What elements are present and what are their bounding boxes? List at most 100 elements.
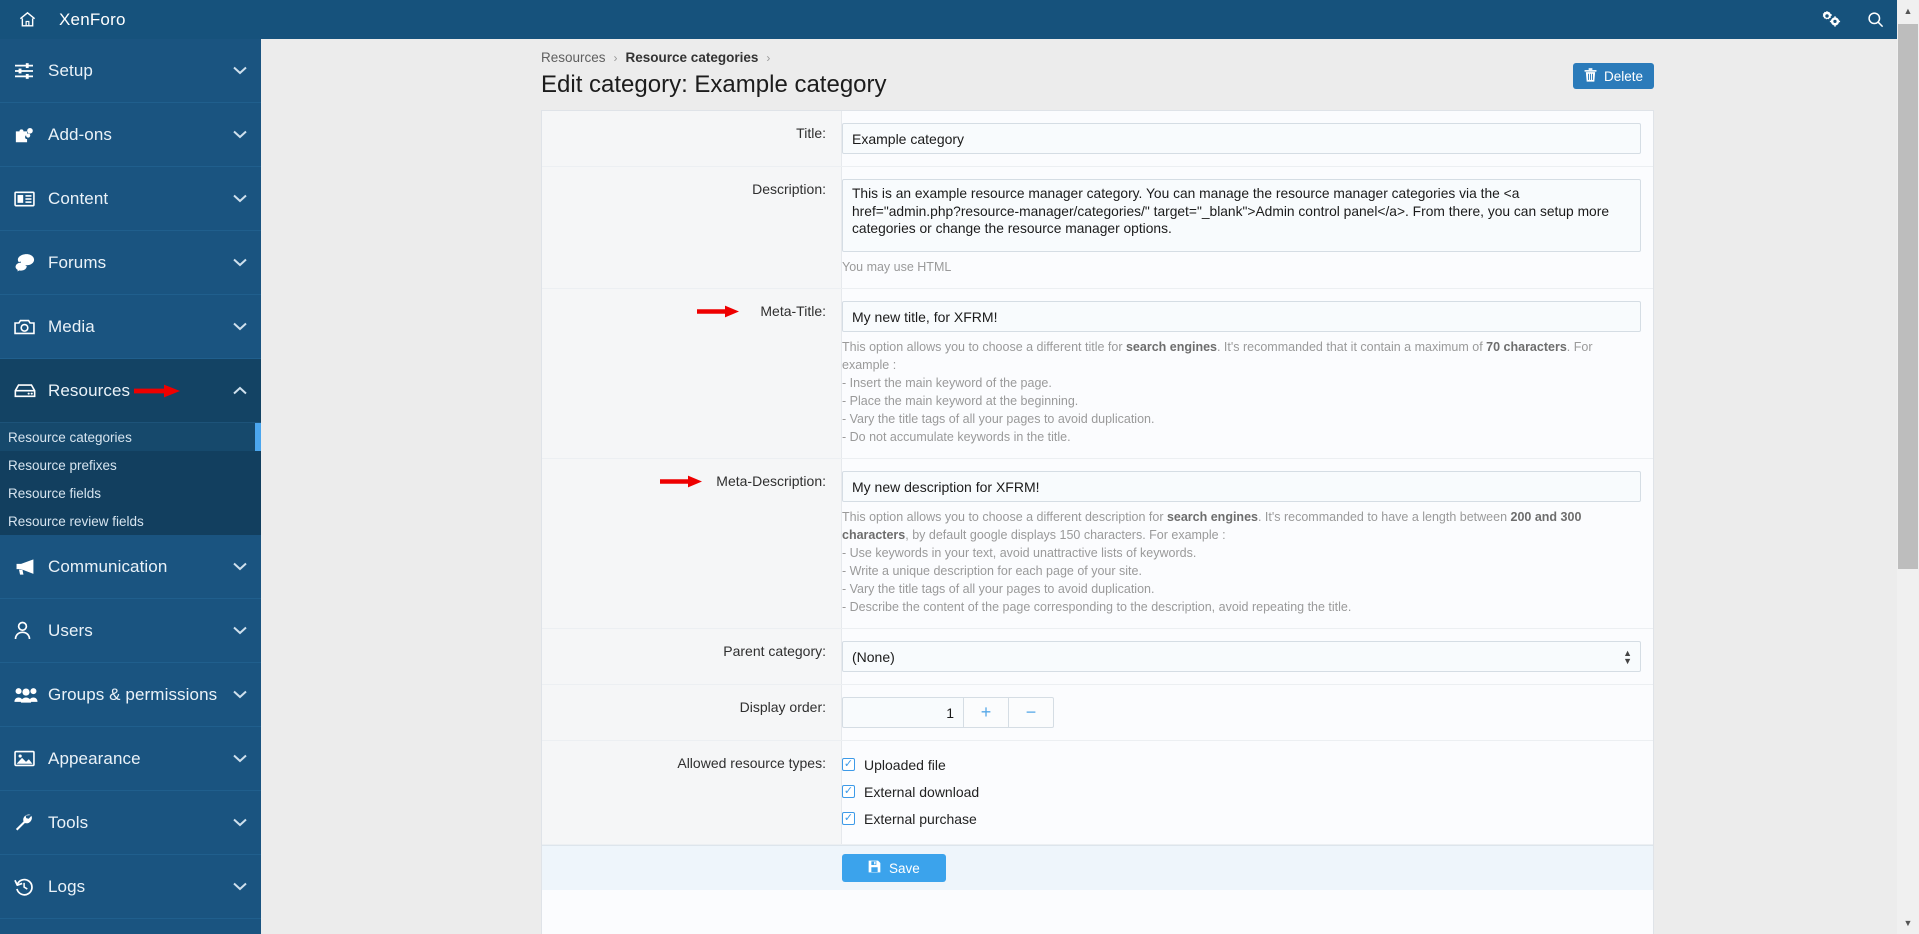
title-label: Title: — [542, 111, 842, 166]
app-brand[interactable]: XenForo — [59, 10, 126, 30]
meta-title-control: This option allows you to choose a diffe… — [842, 289, 1653, 458]
title-input[interactable] — [842, 123, 1641, 154]
sidebar-subitem-label: Resource fields — [8, 485, 102, 501]
meta-title-hint-line: - Insert the main keyword of the page. — [842, 376, 1052, 390]
display-order-decrement-button[interactable]: − — [1009, 697, 1054, 728]
delete-button-label: Delete — [1603, 68, 1643, 84]
sidebar-item-appearance[interactable]: Appearance — [0, 727, 261, 791]
chevron-down-icon — [231, 882, 249, 891]
sidebar-item-label: Groups & permissions — [48, 684, 218, 704]
form-row-meta-description: Meta-Description: This option allows you… — [542, 459, 1653, 629]
display-order-input[interactable] — [842, 697, 964, 728]
meta-title-hint-bold-1: search engines — [1125, 340, 1217, 354]
cogs-icon[interactable] — [1809, 0, 1853, 39]
sidebar-subitem-resource-prefixes[interactable]: Resource prefixes — [0, 451, 261, 479]
sidebar-item-label: Setup — [48, 60, 93, 80]
meta-description-hint-line: - Use keywords in your text, avoid unatt… — [842, 546, 1197, 560]
sidebar-subitem-resource-review-fields[interactable]: Resource review fields — [0, 507, 261, 535]
checkbox-row: ✓ External purchase — [842, 805, 1641, 832]
delete-button[interactable]: Delete — [1572, 63, 1654, 89]
scroll-up-arrow[interactable]: ▲ — [1897, 0, 1919, 22]
meta-title-input[interactable] — [842, 301, 1641, 332]
meta-description-label: Meta-Description: — [542, 459, 842, 628]
form-row-allowed-resource-types: Allowed resource types: ✓ Uploaded file … — [542, 741, 1653, 845]
meta-description-hint-lead-1: This option allows you to choose a diffe… — [842, 510, 1167, 524]
home-icon[interactable] — [8, 10, 46, 29]
checkbox-external-purchase[interactable]: ✓ — [842, 812, 855, 825]
checkbox-uploaded-file[interactable]: ✓ — [842, 758, 855, 771]
chevron-down-icon — [231, 66, 249, 75]
sidebar-item-groups-permissions[interactable]: Groups & permissions — [0, 663, 261, 727]
meta-description-hint-line: - Vary the title tags of all your pages … — [842, 582, 1155, 596]
description-textarea[interactable]: This is an example resource manager cate… — [842, 179, 1641, 252]
sidebar-item-communication[interactable]: Communication — [0, 535, 261, 599]
sidebar-item-label: Forums — [48, 252, 107, 272]
description-control: This is an example resource manager cate… — [842, 167, 1653, 288]
trash-icon — [1584, 67, 1597, 85]
parent-category-control: (None) ▲ ▼ — [842, 629, 1653, 684]
history-icon — [14, 877, 48, 896]
sidebar-item-setup[interactable]: Setup — [0, 39, 261, 103]
user-icon — [14, 621, 48, 640]
sidebar-subitem-resource-categories[interactable]: Resource categories — [0, 423, 261, 451]
sidebar-item-resources[interactable]: Resources — [0, 359, 261, 423]
top-bar: XenForo — [0, 0, 1897, 39]
chevron-down-icon — [231, 754, 249, 763]
meta-description-input[interactable] — [842, 471, 1641, 502]
sidebar-item-label: Appearance — [48, 748, 141, 768]
meta-description-hint-line: - Describe the content of the page corre… — [842, 600, 1352, 614]
meta-title-hint-line: - Do not accumulate keywords in the titl… — [842, 430, 1071, 444]
chevron-down-icon — [231, 690, 249, 699]
meta-title-hint-lead-2: . It's recommanded that it contain a max… — [1216, 340, 1487, 354]
image-icon — [14, 750, 48, 767]
camera-icon — [14, 318, 48, 335]
form-row-title: Title: — [542, 111, 1653, 167]
drive-icon — [14, 383, 48, 398]
sidebar-item-label: Communication — [48, 556, 168, 576]
sidebar-item-add-ons[interactable]: Add-ons — [0, 103, 261, 167]
scroll-down-arrow[interactable]: ▼ — [1897, 912, 1919, 934]
sliders-icon — [14, 62, 48, 80]
checkbox-label: External download — [864, 783, 980, 800]
breadcrumb-item-resources[interactable]: Resources — [541, 50, 606, 65]
breadcrumb-separator: › — [613, 50, 618, 65]
wrench-icon — [14, 813, 48, 832]
display-order-control: + − — [842, 685, 1653, 740]
meta-title-hint-line: - Vary the title tags of all your pages … — [842, 412, 1155, 426]
parent-category-label: Parent category: — [542, 629, 842, 684]
checkbox-label: Uploaded file — [864, 756, 946, 773]
save-button[interactable]: Save — [842, 854, 946, 882]
sidebar-item-content[interactable]: Content — [0, 167, 261, 231]
comments-icon — [14, 253, 48, 272]
breadcrumb: Resources › Resource categories › — [541, 50, 770, 65]
edit-category-form: Title: Description: This is an example r… — [541, 110, 1654, 934]
sidebar-subitem-label: Resource prefixes — [8, 457, 117, 473]
search-icon[interactable] — [1853, 0, 1897, 39]
description-hint: You may use HTML — [842, 260, 952, 274]
display-order-label: Display order: — [542, 685, 842, 740]
parent-category-select[interactable]: (None) — [842, 641, 1641, 672]
chevron-down-icon — [231, 322, 249, 331]
megaphone-icon — [14, 558, 48, 576]
sidebar-item-tools[interactable]: Tools — [0, 791, 261, 855]
sidebar-item-users[interactable]: Users — [0, 599, 261, 663]
checkbox-external-download[interactable]: ✓ — [842, 785, 855, 798]
sidebar-item-forums[interactable]: Forums — [0, 231, 261, 295]
sidebar-item-logs[interactable]: Logs — [0, 855, 261, 919]
sidebar-item-label: Content — [48, 188, 109, 208]
form-row-meta-title: Meta-Title: This option allows you to ch… — [542, 289, 1653, 459]
sidebar-item-label: Logs — [48, 876, 86, 896]
sidebar-item-media[interactable]: Media — [0, 295, 261, 359]
vertical-scrollbar[interactable]: ▲ ▼ — [1897, 0, 1919, 934]
sidebar-subitem-resource-fields[interactable]: Resource fields — [0, 479, 261, 507]
annotation-arrow-meta-title — [697, 305, 739, 318]
breadcrumb-item-resource-categories[interactable]: Resource categories — [626, 50, 759, 65]
sidebar-subitem-label: Resource categories — [8, 429, 132, 445]
checkbox-row: ✓ Uploaded file — [842, 751, 1641, 778]
display-order-increment-button[interactable]: + — [964, 697, 1009, 728]
meta-title-hint: This option allows you to choose a diffe… — [842, 338, 1641, 446]
meta-title-hint-line: - Place the main keyword at the beginnin… — [842, 394, 1079, 408]
scrollbar-thumb[interactable] — [1898, 24, 1918, 569]
sidebar-item-label: Media — [48, 316, 95, 336]
meta-title-label-text: Meta-Title: — [760, 303, 826, 319]
